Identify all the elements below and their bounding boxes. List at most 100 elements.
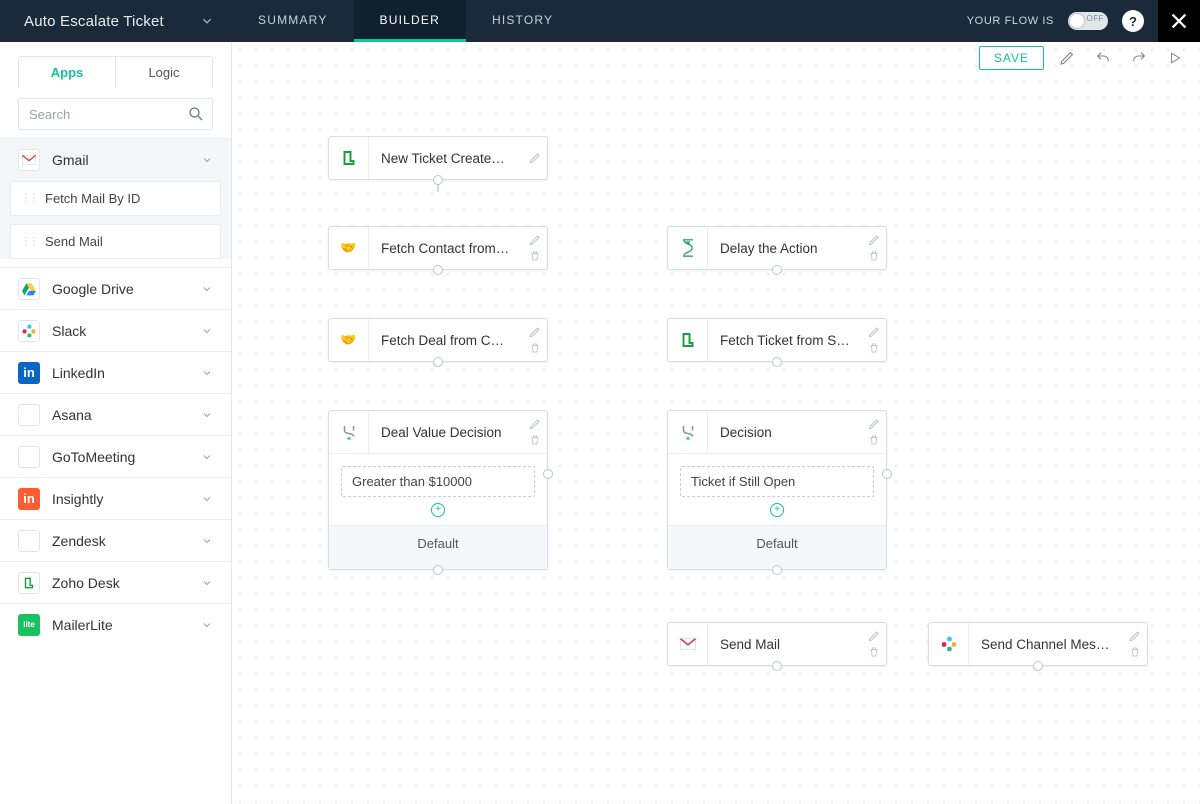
output-port[interactable]	[772, 565, 782, 575]
edit-icon[interactable]	[529, 152, 541, 164]
node-delay[interactable]: Delay the Action	[667, 226, 887, 270]
gmail-action-fetch[interactable]: ⋮⋮ Fetch Mail By ID	[10, 181, 221, 216]
condition-chip[interactable]: Ticket if Still Open	[680, 466, 874, 497]
edit-icon[interactable]	[868, 630, 880, 642]
sidebar: Apps Logic Gmail ⋮⋮ Fetch	[0, 42, 232, 804]
delete-icon[interactable]	[868, 342, 880, 354]
default-branch[interactable]: Default	[668, 525, 886, 569]
node-send-slack[interactable]: Send Channel Message	[928, 622, 1148, 666]
action-label: Send Mail	[45, 234, 103, 249]
add-condition-button[interactable]: +	[431, 503, 445, 517]
sidebar-tab-apps[interactable]: Apps	[18, 56, 116, 88]
chevron-down-icon	[201, 577, 213, 589]
chevron-down-icon	[201, 535, 213, 547]
app-item-zendesk[interactable]: ✦ Zendesk	[0, 519, 231, 561]
redo-button[interactable]	[1126, 45, 1152, 71]
delete-icon[interactable]	[868, 434, 880, 446]
output-port[interactable]	[772, 357, 782, 367]
save-button[interactable]: SAVE	[979, 46, 1044, 70]
gmail-icon	[668, 623, 708, 665]
node-label: Fetch Ticket from Supp...	[708, 333, 862, 348]
sidebar-tab-logic[interactable]: Logic	[116, 56, 213, 88]
node-fetch-contact[interactable]: 🤝 Fetch Contact from CRM	[328, 226, 548, 270]
linkedin-icon: in	[18, 362, 40, 384]
output-port[interactable]	[772, 661, 782, 671]
app-item-gdrive[interactable]: Google Drive	[0, 267, 231, 309]
builder-canvas[interactable]: New Ticket Created in ... 🤝 Fetch Contac…	[232, 42, 1200, 804]
action-label: Fetch Mail By ID	[45, 191, 140, 206]
search-input[interactable]	[18, 98, 213, 130]
branch-port[interactable]	[543, 469, 553, 479]
branch-port[interactable]	[882, 469, 892, 479]
output-port[interactable]	[433, 265, 443, 275]
tab-history[interactable]: HISTORY	[466, 0, 579, 42]
main-tabs: SUMMARY BUILDER HISTORY	[232, 0, 579, 42]
close-button[interactable]	[1158, 0, 1200, 42]
gotomeeting-icon: ✿	[18, 446, 40, 468]
delete-icon[interactable]	[529, 250, 541, 262]
node-fetch-deal[interactable]: 🤝 Fetch Deal from CRM	[328, 318, 548, 362]
toggle-off-label: OFF	[1087, 14, 1105, 23]
delete-icon[interactable]	[868, 646, 880, 658]
edit-icon[interactable]	[868, 326, 880, 338]
app-item-linkedin[interactable]: in LinkedIn	[0, 351, 231, 393]
app-item-zohodesk[interactable]: Zoho Desk	[0, 561, 231, 603]
node-label: Send Channel Message	[969, 637, 1123, 652]
node-fetch-ticket[interactable]: Fetch Ticket from Supp...	[667, 318, 887, 362]
gdrive-icon	[18, 278, 40, 300]
app-label: GoToMeeting	[52, 449, 201, 465]
delete-icon[interactable]	[529, 434, 541, 446]
output-port[interactable]	[433, 175, 443, 185]
redo-icon	[1131, 50, 1147, 66]
run-button[interactable]	[1162, 45, 1188, 71]
edit-icon[interactable]	[529, 418, 541, 430]
node-label: Decision	[708, 425, 862, 440]
gmail-action-send[interactable]: ⋮⋮ Send Mail	[10, 224, 221, 259]
undo-button[interactable]	[1090, 45, 1116, 71]
delete-icon[interactable]	[868, 250, 880, 262]
grip-icon: ⋮⋮	[21, 193, 37, 204]
zohodesk-icon	[668, 319, 708, 361]
condition-chip[interactable]: Greater than $10000	[341, 466, 535, 497]
edit-icon[interactable]	[529, 234, 541, 246]
edit-icon[interactable]	[868, 234, 880, 246]
node-decision-2[interactable]: Decision Ticket if Still Open + Default	[667, 410, 887, 570]
output-port[interactable]	[772, 265, 782, 275]
help-button[interactable]: ?	[1122, 10, 1144, 32]
node-label: Send Mail	[708, 637, 862, 652]
node-send-mail[interactable]: Send Mail	[667, 622, 887, 666]
output-port[interactable]	[433, 357, 443, 367]
app-label: Asana	[52, 407, 201, 423]
node-label: Fetch Contact from CRM	[369, 241, 523, 256]
delete-icon[interactable]	[1129, 646, 1141, 658]
gmail-icon	[18, 149, 40, 171]
edit-icon[interactable]	[868, 418, 880, 430]
delete-icon[interactable]	[529, 342, 541, 354]
app-item-slack[interactable]: Slack	[0, 309, 231, 351]
output-port[interactable]	[1033, 661, 1043, 671]
app-label: Google Drive	[52, 281, 201, 297]
add-condition-button[interactable]: +	[770, 503, 784, 517]
tab-summary[interactable]: SUMMARY	[232, 0, 354, 42]
chevron-down-icon	[201, 619, 213, 631]
hourglass-icon	[668, 227, 708, 269]
app-item-asana[interactable]: ●●● Asana	[0, 393, 231, 435]
app-item-gotomeeting[interactable]: ✿ GoToMeeting	[0, 435, 231, 477]
edit-icon[interactable]	[1129, 630, 1141, 642]
app-item-gmail[interactable]: Gmail ⋮⋮ Fetch Mail By ID ⋮⋮ Send Mail	[0, 138, 231, 259]
app-label: MailerLite	[52, 617, 201, 633]
edit-icon[interactable]	[529, 326, 541, 338]
app-item-mailerlite[interactable]: lite MailerLite	[0, 603, 231, 645]
edit-button[interactable]	[1054, 45, 1080, 71]
flow-name-dropdown[interactable]: Auto Escalate Ticket	[0, 0, 232, 42]
output-port[interactable]	[433, 565, 443, 575]
default-branch[interactable]: Default	[329, 525, 547, 569]
app-item-insightly[interactable]: in Insightly	[0, 477, 231, 519]
node-trigger[interactable]: New Ticket Created in ...	[328, 136, 548, 180]
play-icon	[1168, 51, 1182, 65]
tab-builder[interactable]: BUILDER	[354, 0, 466, 42]
zohodesk-icon	[18, 572, 40, 594]
app-label: Zendesk	[52, 533, 201, 549]
node-deal-decision[interactable]: Deal Value Decision Greater than $10000 …	[328, 410, 548, 570]
flow-toggle[interactable]: OFF	[1068, 12, 1108, 30]
